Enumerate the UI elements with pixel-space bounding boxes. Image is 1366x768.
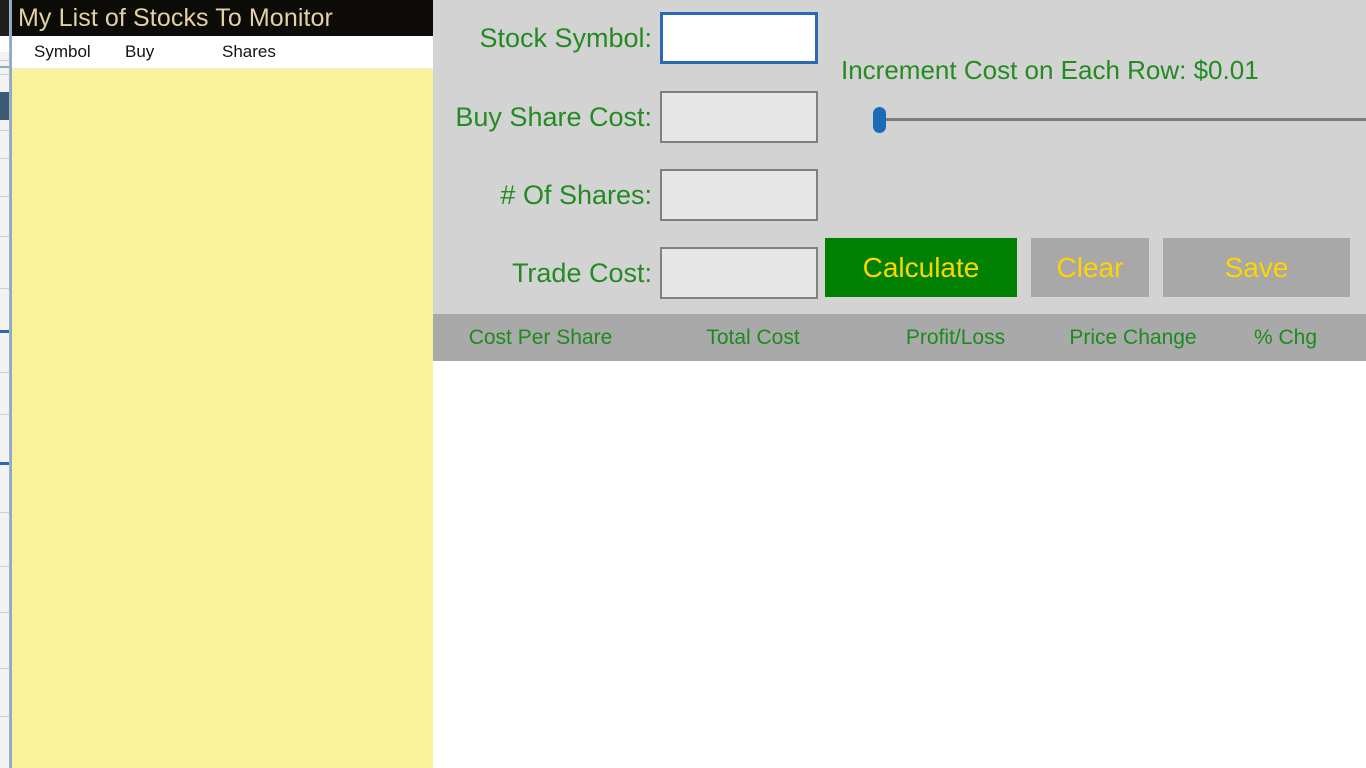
field-row-stock-symbol: Stock Symbol: bbox=[433, 12, 818, 64]
buy-share-cost-input[interactable] bbox=[660, 91, 818, 143]
increment-cost-block: Increment Cost on Each Row: $0.01 bbox=[833, 55, 1366, 136]
field-row-number-of-shares: # Of Shares: bbox=[433, 169, 818, 221]
slider-thumb[interactable] bbox=[873, 107, 886, 133]
background-window-sliver[interactable] bbox=[0, 0, 10, 768]
label-stock-symbol: Stock Symbol: bbox=[479, 22, 652, 53]
application-window: My List of Stocks To Monitor Symbol Buy … bbox=[0, 0, 1366, 768]
clear-button[interactable]: Clear bbox=[1031, 238, 1149, 297]
results-header-profit-loss[interactable]: Profit/Loss bbox=[858, 326, 1053, 350]
save-button[interactable]: Save bbox=[1163, 238, 1350, 297]
form-action-buttons: Calculate Clear Save bbox=[825, 238, 1350, 297]
label-number-of-shares: # Of Shares: bbox=[500, 179, 652, 210]
results-column-headers: Cost Per Share Total Cost Profit/Loss Pr… bbox=[433, 314, 1366, 361]
label-trade-cost: Trade Cost: bbox=[511, 257, 652, 288]
increment-cost-slider[interactable] bbox=[868, 104, 1366, 136]
results-header-price-change[interactable]: Price Change bbox=[1053, 326, 1213, 350]
trade-cost-input[interactable] bbox=[660, 247, 818, 299]
calculate-button[interactable]: Calculate bbox=[825, 238, 1017, 297]
results-table-body[interactable] bbox=[433, 361, 1366, 768]
label-buy-share-cost: Buy Share Cost: bbox=[455, 101, 652, 132]
results-header-cost-per-share[interactable]: Cost Per Share bbox=[433, 326, 648, 350]
field-row-trade-cost: Trade Cost: bbox=[433, 247, 818, 299]
results-header-total-cost[interactable]: Total Cost bbox=[648, 326, 858, 350]
results-header-percent-change[interactable]: % Chg bbox=[1213, 326, 1358, 350]
number-of-shares-input[interactable] bbox=[660, 169, 818, 221]
stock-list-title: My List of Stocks To Monitor bbox=[12, 0, 433, 36]
stock-list-panel: My List of Stocks To Monitor Symbol Buy … bbox=[10, 0, 433, 768]
column-header-symbol[interactable]: Symbol bbox=[12, 42, 125, 62]
slider-track[interactable] bbox=[878, 118, 1366, 121]
column-header-shares[interactable]: Shares bbox=[222, 42, 342, 62]
increment-cost-label: Increment Cost on Each Row: $0.01 bbox=[841, 55, 1259, 85]
stock-list-rows[interactable] bbox=[12, 69, 433, 768]
field-row-buy-share-cost: Buy Share Cost: bbox=[433, 91, 818, 143]
column-header-buy[interactable]: Buy bbox=[125, 42, 222, 62]
stock-list-column-headers: Symbol Buy Shares bbox=[12, 36, 433, 69]
stock-symbol-input[interactable] bbox=[660, 12, 818, 64]
stock-entry-form: Stock Symbol: Buy Share Cost: # Of Share… bbox=[433, 0, 1366, 314]
